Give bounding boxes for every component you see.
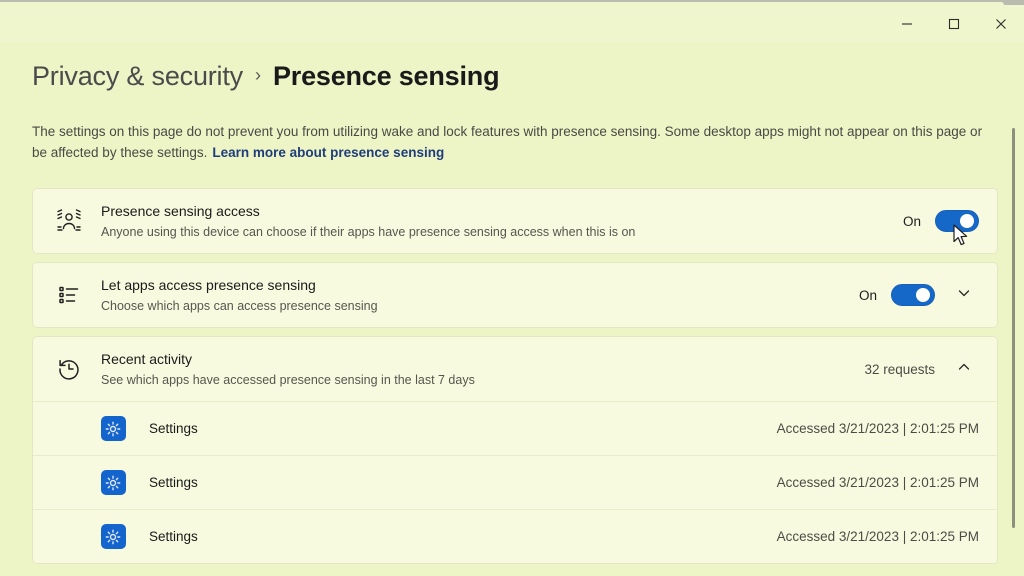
chevron-up-icon	[957, 360, 971, 379]
presence-sensing-access-state-label: On	[902, 213, 921, 229]
breadcrumb-separator-icon: ›	[254, 65, 261, 85]
presence-sensing-access-card: Presence sensing access Anyone using thi…	[32, 188, 998, 254]
recent-activity-collapse-button[interactable]	[949, 354, 979, 384]
chevron-down-icon	[957, 286, 971, 305]
title-bar	[0, 5, 1024, 42]
activity-timestamp: Accessed 3/21/2023 | 2:01:25 PM	[776, 529, 979, 544]
page-description: The settings on this page do not prevent…	[32, 121, 1000, 163]
settings-app-icon	[93, 524, 133, 549]
activity-timestamp: Accessed 3/21/2023 | 2:01:25 PM	[776, 475, 979, 490]
history-icon	[49, 357, 89, 381]
activity-list-item[interactable]: Settings Accessed 3/21/2023 | 2:01:25 PM	[33, 401, 997, 455]
recent-activity-subtitle: See which apps have accessed presence se…	[101, 372, 475, 387]
settings-app-icon	[93, 470, 133, 495]
breadcrumb: Privacy & security › Presence sensing	[32, 55, 1004, 97]
recent-activity-count: 32 requests	[864, 361, 935, 377]
app-access-card: Let apps access presence sensing Choose …	[32, 262, 998, 328]
recent-activity-row[interactable]: Recent activity See which apps have acce…	[33, 337, 997, 401]
page-title: Presence sensing	[272, 60, 500, 91]
close-icon	[995, 18, 1007, 30]
recent-activity-text: Recent activity See which apps have acce…	[89, 350, 848, 389]
minimize-icon	[901, 18, 913, 30]
presence-sensing-icon	[49, 208, 89, 234]
list-icon	[49, 283, 89, 307]
app-access-expand-button[interactable]	[949, 280, 979, 310]
app-access-controls: On	[843, 280, 979, 310]
maximize-button[interactable]	[930, 5, 977, 42]
presence-sensing-access-row: Presence sensing access Anyone using thi…	[33, 189, 997, 253]
app-access-text: Let apps access presence sensing Choose …	[89, 276, 843, 315]
recent-activity-controls: 32 requests	[848, 354, 979, 384]
activity-list-item[interactable]: Settings Accessed 3/21/2023 | 2:01:25 PM	[33, 509, 997, 563]
page-header: Privacy & security › Presence sensing Th…	[32, 55, 1004, 163]
presence-sensing-access-toggle[interactable]	[935, 210, 979, 232]
presence-sensing-access-title: Presence sensing access	[101, 202, 260, 219]
app-access-subtitle: Choose which apps can access presence se…	[101, 298, 378, 313]
app-access-toggle[interactable]	[891, 284, 935, 306]
page-description-text: The settings on this page do not prevent…	[32, 124, 983, 160]
toggle-knob	[960, 214, 974, 228]
presence-sensing-access-subtitle: Anyone using this device can choose if t…	[101, 224, 636, 239]
minimize-button[interactable]	[883, 5, 930, 42]
page-scrollbar[interactable]	[1009, 120, 1019, 570]
app-access-state-label: On	[858, 287, 877, 303]
close-button[interactable]	[977, 5, 1024, 42]
app-access-row[interactable]: Let apps access presence sensing Choose …	[33, 263, 997, 327]
activity-app-name: Settings	[149, 475, 198, 490]
presence-sensing-access-text: Presence sensing access Anyone using thi…	[89, 202, 887, 241]
recent-activity-title: Recent activity	[101, 350, 193, 367]
presence-sensing-access-controls: On	[887, 210, 979, 232]
activity-list-item[interactable]: Settings Accessed 3/21/2023 | 2:01:25 PM	[33, 455, 997, 509]
app-access-title: Let apps access presence sensing	[101, 276, 316, 293]
settings-list: Presence sensing access Anyone using thi…	[32, 188, 998, 572]
recent-activity-card: Recent activity See which apps have acce…	[32, 336, 998, 564]
breadcrumb-parent-link[interactable]: Privacy & security	[32, 61, 243, 92]
activity-app-name: Settings	[149, 421, 198, 436]
activity-timestamp: Accessed 3/21/2023 | 2:01:25 PM	[776, 421, 979, 436]
learn-more-link[interactable]: Learn more about presence sensing	[212, 145, 444, 160]
activity-app-name: Settings	[149, 529, 198, 544]
settings-app-icon	[93, 416, 133, 441]
toggle-knob	[916, 288, 930, 302]
maximize-icon	[948, 18, 960, 30]
scrollbar-thumb[interactable]	[1012, 128, 1015, 528]
